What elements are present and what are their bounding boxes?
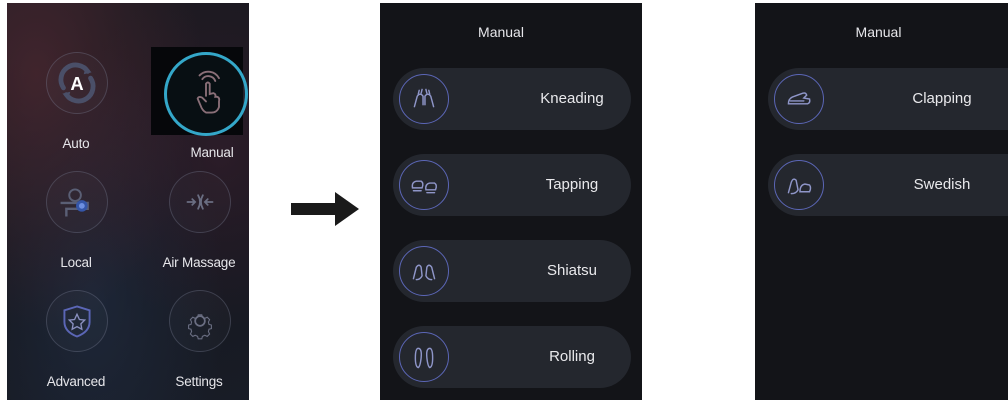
hand-tap-icon (164, 52, 248, 136)
settings-tile[interactable]: Settings (147, 286, 249, 396)
air-massage-tile[interactable]: Air Massage (147, 167, 249, 277)
manual-panel-2: Manual Clapping Swedish (755, 3, 1008, 400)
settings-label: Settings (175, 374, 223, 389)
local-tile[interactable]: Local (24, 167, 128, 277)
rolling-label: Rolling (549, 348, 595, 365)
rolling-feet-icon (399, 332, 449, 382)
right-arrow-icon (291, 192, 359, 226)
kneading-button[interactable]: Kneading (393, 68, 631, 130)
gear-icon (169, 290, 231, 352)
clapping-label: Clapping (912, 90, 972, 107)
shiatsu-thumbs-icon (399, 246, 449, 296)
tapping-label: Tapping (545, 176, 599, 193)
page-title: Manual (478, 24, 524, 40)
tapping-fists-icon (399, 160, 449, 210)
advanced-label: Advanced (46, 374, 106, 389)
manual-panel-1: Manual Kneading Tapping Shiatsu Rolling (380, 3, 642, 400)
local-label: Local (60, 255, 92, 270)
air-massage-label: Air Massage (162, 255, 236, 270)
svg-text:A: A (70, 73, 83, 94)
kneading-hands-icon (399, 74, 449, 124)
manual-tile[interactable]: Manual (151, 47, 249, 167)
advanced-tile[interactable]: Advanced (24, 286, 128, 396)
shiatsu-label: Shiatsu (546, 262, 598, 279)
shiatsu-button[interactable]: Shiatsu (393, 240, 631, 302)
rolling-button[interactable]: Rolling (393, 326, 631, 388)
auto-a-icon: A (46, 52, 108, 114)
clapping-button[interactable]: Clapping (768, 68, 1008, 130)
auto-tile[interactable]: A Auto (24, 48, 128, 158)
shield-star-icon (46, 290, 108, 352)
manual-label: Manual (190, 145, 234, 160)
home-menu-panel: A Auto Manual Local Air Massage Advanced… (7, 3, 249, 400)
local-roller-icon (46, 171, 108, 233)
clapping-hand-icon (774, 74, 824, 124)
swedish-hand-icon (774, 160, 824, 210)
swedish-button[interactable]: Swedish (768, 154, 1008, 216)
swedish-label: Swedish (913, 176, 971, 193)
kneading-label: Kneading (540, 90, 604, 107)
air-massage-icon (169, 171, 231, 233)
auto-label: Auto (62, 136, 90, 151)
page-title: Manual (855, 24, 902, 40)
tapping-button[interactable]: Tapping (393, 154, 631, 216)
